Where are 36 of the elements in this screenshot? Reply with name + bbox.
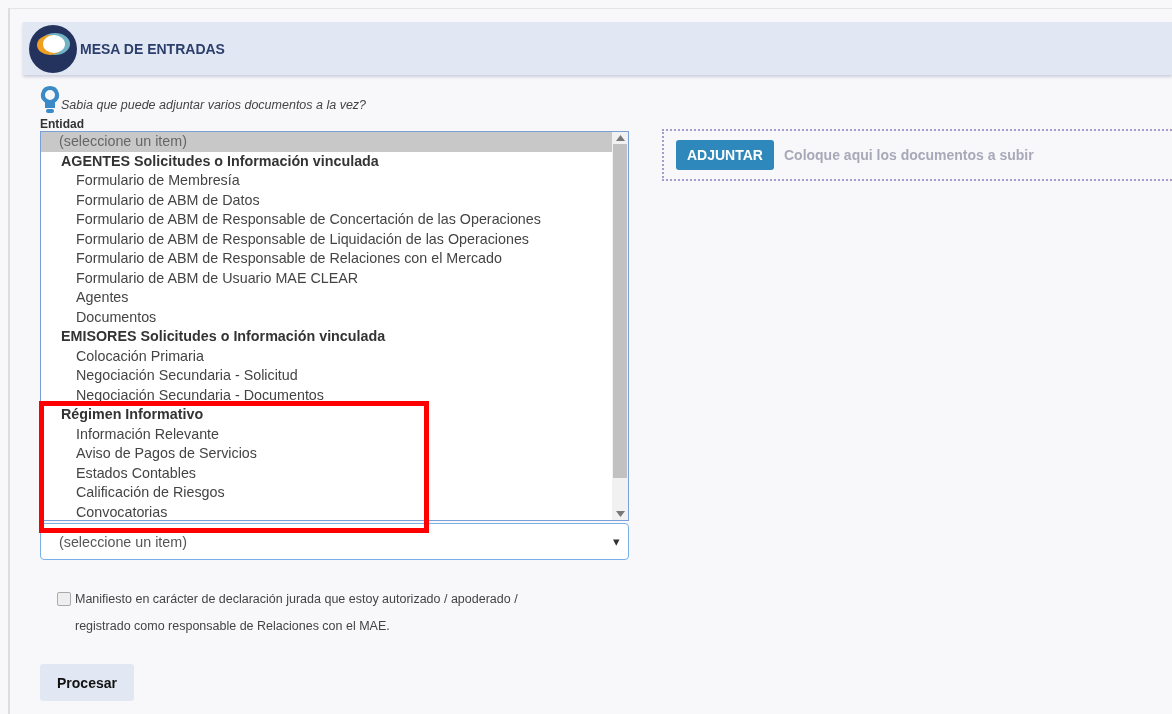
list-option[interactable]: Calificación de Riesgos (41, 483, 612, 503)
list-option[interactable]: Convocatorias (41, 502, 612, 522)
scroll-down-icon[interactable] (615, 511, 625, 517)
list-option[interactable]: (seleccione un item) (41, 132, 612, 152)
list-option[interactable]: Formulario de ABM de Datos (41, 190, 612, 210)
list-option[interactable]: Formulario de ABM de Responsable de Concertación de las Operaciones (41, 210, 612, 230)
scroll-up-icon[interactable] (615, 135, 625, 141)
list-option[interactable]: Aviso de Pagos de Servicios (41, 444, 612, 464)
option-group-label: Régimen Informativo (60, 405, 205, 424)
list-option[interactable]: Información Relevante (41, 424, 612, 444)
list-option[interactable]: Negociación Secundaria - Documentos (41, 385, 612, 405)
process-button[interactable]: Procesar (40, 664, 134, 701)
list-option[interactable]: Formulario de Membresía (41, 171, 612, 191)
page-title: MESA DE ENTRADAS (80, 40, 225, 57)
drop-zone[interactable]: ADJUNTAR Coloque aqui los documentos a subir (662, 129, 1172, 181)
drop-hint: Coloque aqui los documentos a subir (783, 147, 1034, 163)
list-option[interactable]: Negociación Secundaria - Solicitud (41, 366, 612, 386)
list-option[interactable]: Formulario de ABM de Responsable de Relaciones con el Mercado (41, 249, 612, 269)
list-option[interactable]: Estados Contables (41, 463, 612, 483)
scrollbar[interactable] (612, 132, 628, 520)
lightbulb-icon (40, 85, 60, 115)
option-group-label: EMISORES Solicitudes o Información vinculada (60, 327, 387, 346)
list-option[interactable]: Agentes (41, 288, 612, 308)
list-option[interactable]: Colocación Primaria (41, 346, 612, 366)
list-option[interactable]: Formulario de ABM de Usuario MAE CLEAR (41, 268, 612, 288)
option-group-label: AGENTES Solicitudes o Información vinculada (60, 151, 380, 171)
list-option[interactable]: Formulario de ABM de Responsable de Liquidación de las Operaciones (41, 229, 612, 249)
logo-icon (28, 23, 78, 74)
tip-text: Sabia que puede adjuntar varios documentos a la vez? (61, 98, 367, 114)
attach-button[interactable]: ADJUNTAR (676, 140, 774, 170)
field-label: Entidad (40, 117, 85, 131)
list-option[interactable]: Documentos (41, 307, 612, 327)
declaration-text: Manifiesto en carácter de declaración jurada que estoy autorizado / apoderado / registrado como responsable de Relaciones con el MAE. (75, 591, 519, 635)
checkbox[interactable] (57, 592, 71, 606)
list-box[interactable] (40, 131, 629, 521)
dropdown[interactable]: (seleccione un item) ▾ (40, 523, 629, 560)
